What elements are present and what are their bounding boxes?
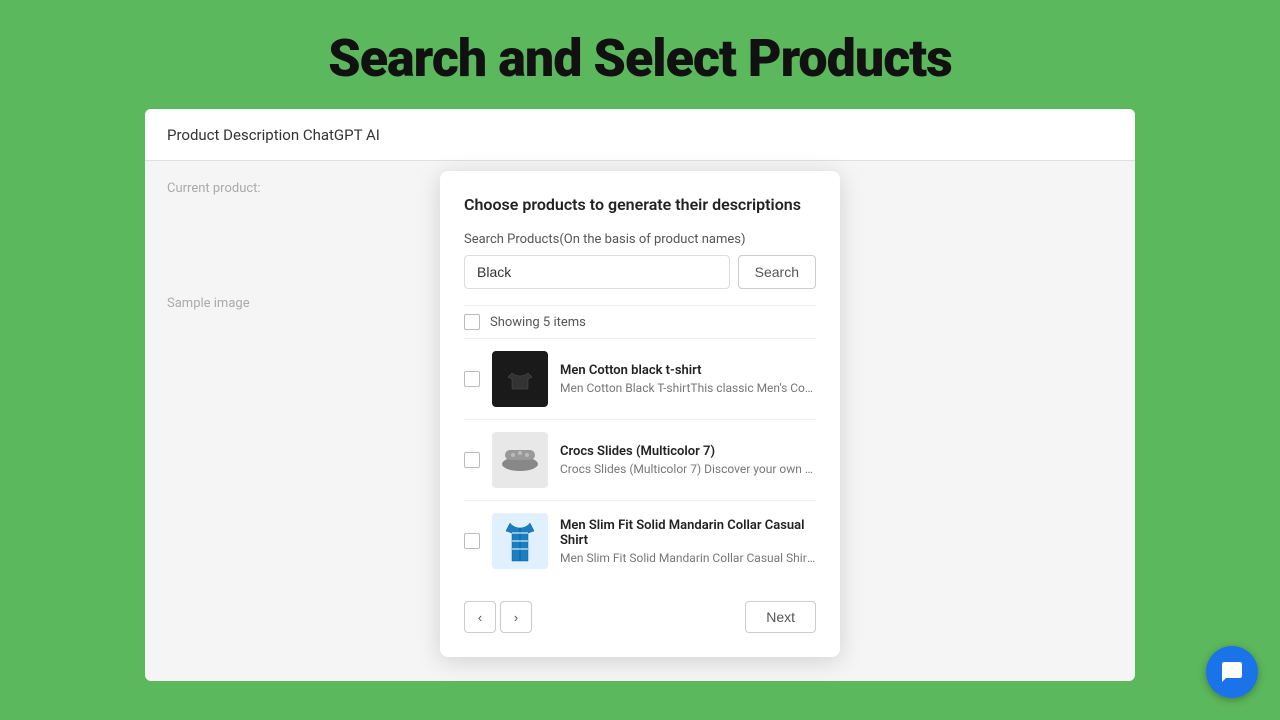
page-heading: Search and Select Products xyxy=(0,0,1280,109)
prev-page-button[interactable]: ‹ xyxy=(464,601,496,633)
product-image-2 xyxy=(492,432,548,488)
next-page-button[interactable]: › xyxy=(500,601,532,633)
product-select-modal: Choose products to generate their descri… xyxy=(440,171,840,657)
search-label: Search Products(On the basis of product … xyxy=(464,232,816,247)
product-info-3: Men Slim Fit Solid Mandarin Collar Casua… xyxy=(560,518,816,565)
search-input[interactable] xyxy=(464,255,730,289)
chevron-left-icon: ‹ xyxy=(478,610,482,625)
app-body: Current product: Sample image Choose pro… xyxy=(145,161,1135,681)
product-list: Men Cotton black t-shirt Men Cotton Blac… xyxy=(464,339,816,581)
product-checkbox-3[interactable] xyxy=(464,533,480,549)
product-desc-3: Men Slim Fit Solid Mandarin Collar Casua… xyxy=(560,551,816,565)
modal-overlay: Choose products to generate their descri… xyxy=(145,161,1135,681)
app-title: Product Description ChatGPT AI xyxy=(167,126,380,144)
next-button[interactable]: Next xyxy=(745,601,816,633)
product-checkbox-2[interactable] xyxy=(464,452,480,468)
list-item: Crocs Slides (Multicolor 7) Crocs Slides… xyxy=(464,420,816,501)
showing-count: Showing 5 items xyxy=(490,315,586,330)
app-header: Product Description ChatGPT AI xyxy=(145,109,1135,161)
select-all-checkbox[interactable] xyxy=(464,314,480,330)
showing-items-row: Showing 5 items xyxy=(464,305,816,339)
product-desc-1: Men Cotton Black T-shirtThis classic Men… xyxy=(560,381,816,395)
pagination: ‹ › xyxy=(464,601,532,633)
product-image-3 xyxy=(492,513,548,569)
search-button[interactable]: Search xyxy=(738,255,816,289)
list-item: Men Slim Fit Solid Mandarin Collar Casua… xyxy=(464,501,816,581)
product-name-3: Men Slim Fit Solid Mandarin Collar Casua… xyxy=(560,518,816,548)
chat-icon xyxy=(1220,660,1244,684)
product-info-2: Crocs Slides (Multicolor 7) Crocs Slides… xyxy=(560,444,816,476)
product-image-1 xyxy=(492,351,548,407)
app-container: Product Description ChatGPT AI Current p… xyxy=(145,109,1135,681)
product-info-1: Men Cotton black t-shirt Men Cotton Blac… xyxy=(560,363,816,395)
modal-title: Choose products to generate their descri… xyxy=(464,195,816,214)
product-desc-2: Crocs Slides (Multicolor 7) Discover you… xyxy=(560,462,816,476)
modal-footer: ‹ › Next xyxy=(464,585,816,633)
chat-fab-button[interactable] xyxy=(1206,646,1258,698)
chevron-right-icon: › xyxy=(514,610,518,625)
search-row: Search xyxy=(464,255,816,289)
product-checkbox-1[interactable] xyxy=(464,371,480,387)
list-item: Men Cotton black t-shirt Men Cotton Blac… xyxy=(464,339,816,420)
product-name-2: Crocs Slides (Multicolor 7) xyxy=(560,444,816,459)
product-name-1: Men Cotton black t-shirt xyxy=(560,363,816,378)
